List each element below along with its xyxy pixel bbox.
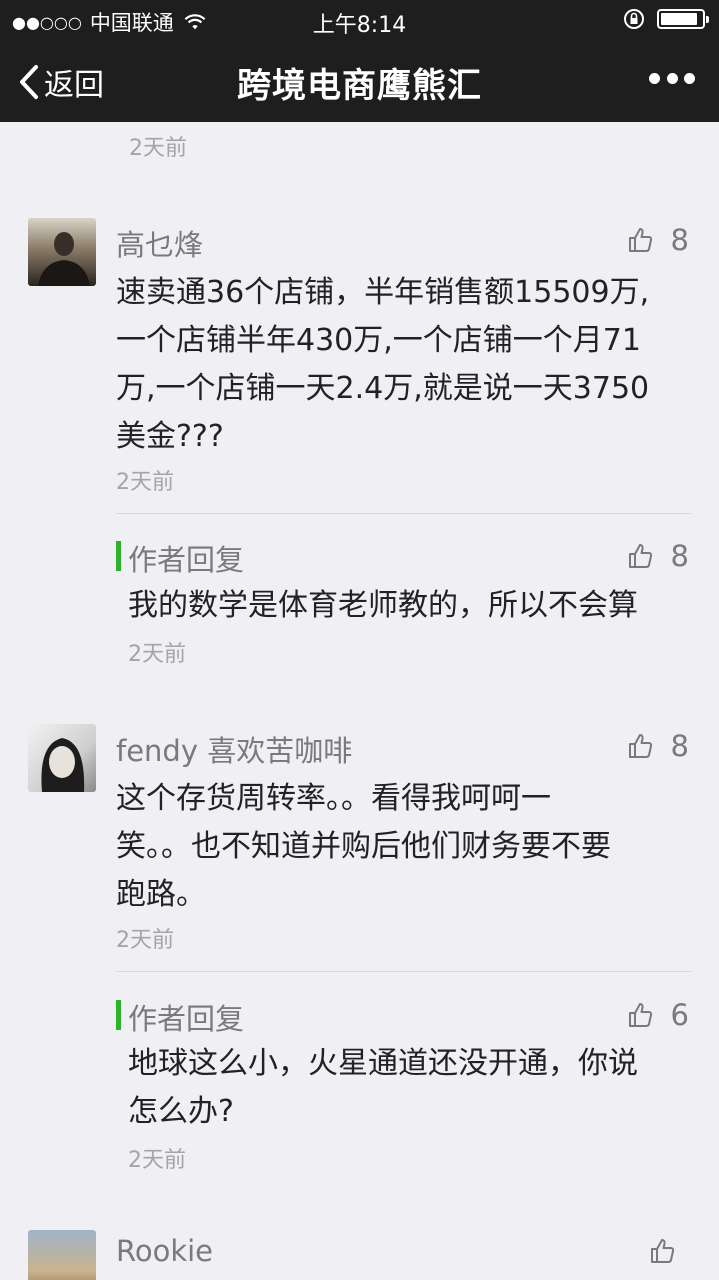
divider <box>116 513 691 514</box>
reply-time: 2天前 <box>128 642 186 667</box>
more-menu-button[interactable] <box>649 68 695 88</box>
page-title: 跨境电商鹰熊汇 <box>237 66 482 106</box>
thumbs-up-icon <box>628 544 652 568</box>
like-count: 8 <box>670 539 689 573</box>
reply-body: 地球这么小，火星通道还没开通，你说 怎么办? <box>128 1040 638 1136</box>
more-dot <box>649 72 660 84</box>
comment-body: 速卖通36个店铺，半年销售额15509万, 一个店铺半年430万,一个店铺一个月… <box>116 269 649 461</box>
comment-line: 一个店铺半年430万,一个店铺一个月71 <box>116 323 641 358</box>
orientation-lock-icon <box>624 9 644 29</box>
commenter-name[interactable]: 高乜烽 <box>116 222 203 264</box>
thumbs-up-icon <box>651 1239 675 1263</box>
divider <box>116 971 691 972</box>
like-count: 6 <box>670 998 689 1032</box>
commenter-name[interactable]: fendy 喜欢苦咖啡 <box>116 728 352 770</box>
thumbs-up-icon <box>628 228 652 252</box>
thumbs-up-icon <box>628 734 652 758</box>
comment-line: 笑。。也不知道并购后他们财务要不要 <box>116 829 611 864</box>
reply-body: 我的数学是体育老师教的，所以不会算 <box>128 582 638 630</box>
battery-icon <box>657 9 709 29</box>
comment-body: 这个存货周转率。。看得我呵呵一 笑。。也不知道并购后他们财务要不要 跑路。 <box>116 775 611 919</box>
reply-accent-bar <box>116 541 121 571</box>
comment-time: 2天前 <box>116 470 174 495</box>
reply-line: 怎么办? <box>128 1094 234 1129</box>
comment-line: 这个存货周转率。。看得我呵呵一 <box>116 781 551 816</box>
avatar-landscape-icon <box>28 1230 96 1280</box>
comment-line: 万,一个店铺一天2.4万,就是说一天3750 <box>116 371 650 406</box>
avatar-person-icon <box>41 738 85 792</box>
reply-like-button[interactable]: 8 <box>627 539 689 573</box>
reply-line: 我的数学是体育老师教的，所以不会算 <box>128 588 638 623</box>
like-button[interactable]: 8 <box>627 223 689 257</box>
commenter-name[interactable]: Rookie <box>116 1234 213 1268</box>
avatar-person-icon <box>38 232 90 286</box>
comment-time: 2天前 <box>129 136 187 161</box>
more-dot <box>684 72 695 84</box>
like-count: 8 <box>670 223 689 257</box>
comment-line: 速卖通36个店铺，半年销售额15509万, <box>116 275 650 310</box>
like-button[interactable] <box>649 1238 675 1264</box>
author-reply-label: 作者回复 <box>128 543 245 577</box>
thumbs-up-icon <box>628 1003 652 1027</box>
avatar[interactable] <box>28 218 96 286</box>
author-reply-label: 作者回复 <box>128 1002 245 1036</box>
avatar[interactable] <box>28 1230 96 1280</box>
reply-line: 地球这么小，火星通道还没开通，你说 <box>128 1046 638 1081</box>
status-time: 上午8:14 <box>312 13 407 38</box>
like-count: 8 <box>670 729 689 763</box>
nav-bar: 返回 跨境电商鹰熊汇 <box>0 40 719 122</box>
status-right <box>623 8 709 30</box>
comment-line: 美金??? <box>116 419 224 454</box>
reply-time: 2天前 <box>128 1148 186 1173</box>
avatar[interactable] <box>28 724 96 792</box>
reply-like-button[interactable]: 6 <box>627 998 689 1032</box>
reply-accent-bar <box>116 1000 121 1030</box>
like-button[interactable]: 8 <box>627 729 689 763</box>
comment-line: 跑路。 <box>116 877 206 912</box>
comment-time: 2天前 <box>116 928 174 953</box>
more-dot <box>666 72 678 84</box>
status-bar: ●●○○○ 中国联通 上午8:14 <box>0 0 719 40</box>
